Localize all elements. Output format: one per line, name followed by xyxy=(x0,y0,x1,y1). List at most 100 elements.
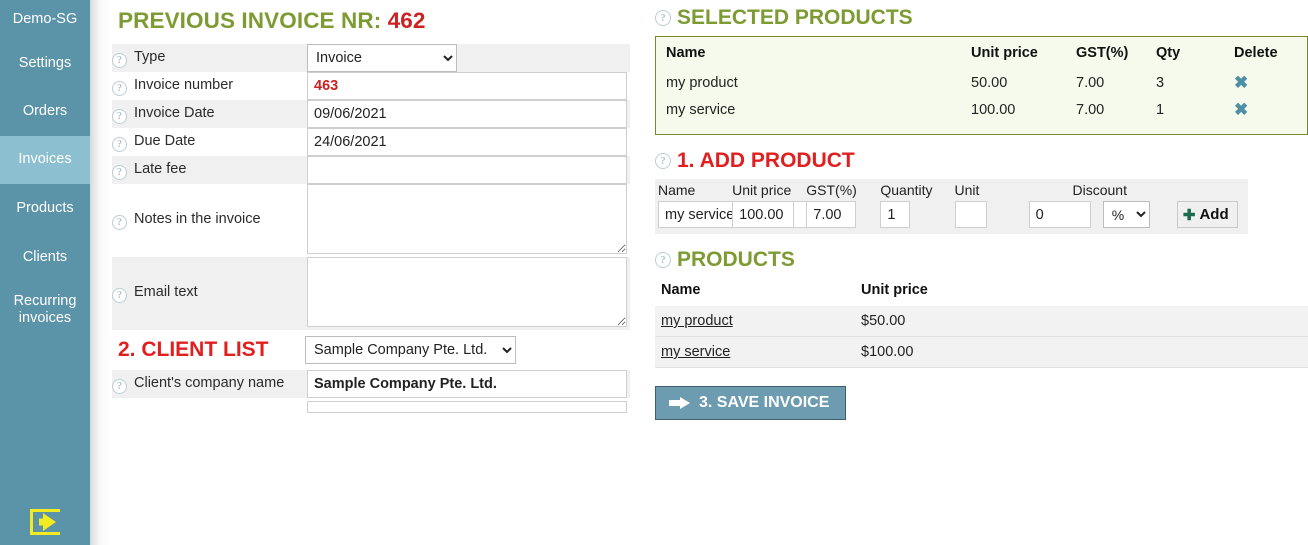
column-header-name: Name xyxy=(666,45,706,61)
table-row: ? Type Invoice xyxy=(112,44,630,72)
add-product-inputs-row: % ✚ Add xyxy=(655,199,1248,234)
help-icon[interactable]: ? xyxy=(112,164,127,180)
sidebar-item-label: Invoices xyxy=(18,151,72,168)
invoice-form-column: PREVIOUS INVOICE NR: 462 ? Type Invoice xyxy=(112,0,642,545)
product-link[interactable]: my service xyxy=(661,344,730,360)
page-title-number: 462 xyxy=(387,8,426,33)
invoice-number-input[interactable] xyxy=(307,72,627,100)
logout-button[interactable] xyxy=(0,499,90,545)
cell-gst: 7.00 xyxy=(1076,75,1105,91)
due-date-input[interactable] xyxy=(307,128,627,156)
add-product-quantity-input[interactable] xyxy=(880,201,911,228)
products-list: Name Unit price my product $50.00 my ser… xyxy=(655,278,1308,368)
logout-icon xyxy=(30,509,60,535)
help-icon[interactable]: ? xyxy=(112,378,127,394)
field-label-due-date: ? Due Date xyxy=(112,128,307,156)
delete-icon[interactable]: ✖ xyxy=(1234,73,1248,92)
help-icon[interactable]: ? xyxy=(112,288,127,303)
field-label-invoice-number: ? Invoice number xyxy=(112,72,307,100)
save-invoice-label: 3. SAVE INVOICE xyxy=(699,394,830,411)
products-column: ? SELECTED PRODUCTS Name Unit price GST(… xyxy=(655,0,1308,545)
table-row: ? Invoice number xyxy=(112,72,630,100)
sidebar-item-label: Orders xyxy=(22,103,68,120)
label-discount: Discount xyxy=(1072,182,1127,198)
page-title-prefix: PREVIOUS INVOICE NR: xyxy=(118,8,382,33)
label-name: Name xyxy=(658,182,696,198)
help-icon[interactable]: ? xyxy=(655,10,671,26)
field-label-late-fee: ? Late fee xyxy=(112,156,307,184)
column-header-qty: Qty xyxy=(1156,45,1181,61)
table-row: ? Notes in the invoice xyxy=(112,184,630,257)
sidebar-item-settings[interactable]: Settings xyxy=(0,40,90,88)
delete-icon[interactable]: ✖ xyxy=(1234,100,1248,119)
products-table: Name Unit price my product $50.00 my ser… xyxy=(655,278,1308,368)
column-header-gst: GST(%) xyxy=(1076,45,1129,61)
help-icon[interactable]: ? xyxy=(112,215,127,230)
table-row: my product 50.00 7.00 3 ✖ xyxy=(666,70,1304,97)
sidebar-item-label: Recurring invoices xyxy=(13,292,77,326)
field-label-email-text: ? Email text xyxy=(112,257,307,330)
client-list-select[interactable]: Sample Company Pte. Ltd. xyxy=(305,336,516,364)
field-label-text: Invoice number xyxy=(134,76,234,93)
field-label-text: Notes in the invoice xyxy=(134,211,261,227)
help-icon[interactable]: ? xyxy=(655,252,671,268)
email-text-textarea[interactable] xyxy=(307,257,627,327)
cell-qty: 1 xyxy=(1156,102,1165,118)
notes-textarea[interactable] xyxy=(307,184,627,254)
cell-qty: 3 xyxy=(1156,75,1165,91)
sidebar-item-orders[interactable]: Orders xyxy=(0,88,90,136)
field-label-type: ? Type xyxy=(112,44,307,72)
client-company-name-input[interactable] xyxy=(307,370,627,398)
table-row: ? Late fee xyxy=(112,156,630,184)
sidebar-item-label: Clients xyxy=(22,248,68,265)
add-product-box: Name Unit price GST(%) Quantity Unit Dis… xyxy=(655,179,1248,234)
field-label-client-company: ? Client's company name xyxy=(112,370,307,398)
add-product-gst-input[interactable] xyxy=(806,201,857,228)
late-fee-input[interactable] xyxy=(307,156,627,184)
selected-products-heading: ? SELECTED PRODUCTS xyxy=(655,6,1308,30)
help-icon[interactable]: ? xyxy=(112,52,127,68)
add-product-discount-input[interactable] xyxy=(1028,201,1091,228)
add-product-form: Name Unit price GST(%) Quantity Unit Dis… xyxy=(655,179,1248,234)
client-next-field-input[interactable] xyxy=(307,401,627,413)
client-list-row: 2. CLIENT LIST Sample Company Pte. Ltd. xyxy=(112,336,642,364)
cell-unit-price: $50.00 xyxy=(861,313,906,329)
table-row: ? Client's company name xyxy=(112,370,630,398)
field-label-invoice-date: ? Invoice Date xyxy=(112,100,307,128)
column-header-delete: Delete xyxy=(1234,45,1278,61)
add-button-label: Add xyxy=(1199,206,1229,223)
help-icon[interactable]: ? xyxy=(112,108,127,124)
type-select[interactable]: Invoice xyxy=(307,44,457,72)
discount-type-select[interactable]: % xyxy=(1102,201,1150,228)
add-product-unit-input[interactable] xyxy=(954,201,987,228)
products-heading: ? PRODUCTS xyxy=(655,248,1308,272)
client-list-title: 2. CLIENT LIST xyxy=(118,338,269,361)
help-icon[interactable]: ? xyxy=(112,80,127,96)
help-icon[interactable]: ? xyxy=(112,136,127,152)
selected-products-heading-text: SELECTED PRODUCTS xyxy=(677,6,913,29)
products-heading-text: PRODUCTS xyxy=(677,248,795,271)
help-icon[interactable]: ? xyxy=(655,153,671,169)
client-fields-table: ? Client's company name xyxy=(112,370,630,414)
table-row: ? Due Date xyxy=(112,128,630,156)
sidebar-item-clients[interactable]: Clients xyxy=(0,233,90,282)
invoice-date-input[interactable] xyxy=(307,100,627,128)
cell-unit-price: 100.00 xyxy=(971,102,1016,118)
table-row: my product $50.00 xyxy=(655,306,1308,337)
product-link[interactable]: my product xyxy=(661,313,733,329)
field-label-text: Due Date xyxy=(134,132,196,149)
page-title: PREVIOUS INVOICE NR: 462 xyxy=(118,8,642,34)
add-product-button[interactable]: ✚ Add xyxy=(1176,201,1238,228)
sidebar-item-recurring-invoices[interactable]: Recurring invoices xyxy=(0,282,90,338)
table-row: ? Invoice Date xyxy=(112,100,630,128)
field-label-text: Email text xyxy=(134,284,198,300)
field-label-text: Late fee xyxy=(134,160,187,177)
sidebar-item-demo-sg[interactable]: Demo-SG xyxy=(0,0,90,40)
sidebar-item-invoices[interactable]: Invoices xyxy=(0,136,90,184)
add-product-unit-price-input[interactable] xyxy=(732,201,795,228)
selected-products-table: Name Unit price GST(%) Qty Delete my pro… xyxy=(666,45,1304,124)
column-header-unit-price: Unit price xyxy=(971,45,1038,61)
sidebar-item-products[interactable]: Products xyxy=(0,184,90,233)
save-invoice-button[interactable]: 3. SAVE INVOICE xyxy=(655,386,847,420)
label-unit-price: Unit price xyxy=(732,182,792,198)
